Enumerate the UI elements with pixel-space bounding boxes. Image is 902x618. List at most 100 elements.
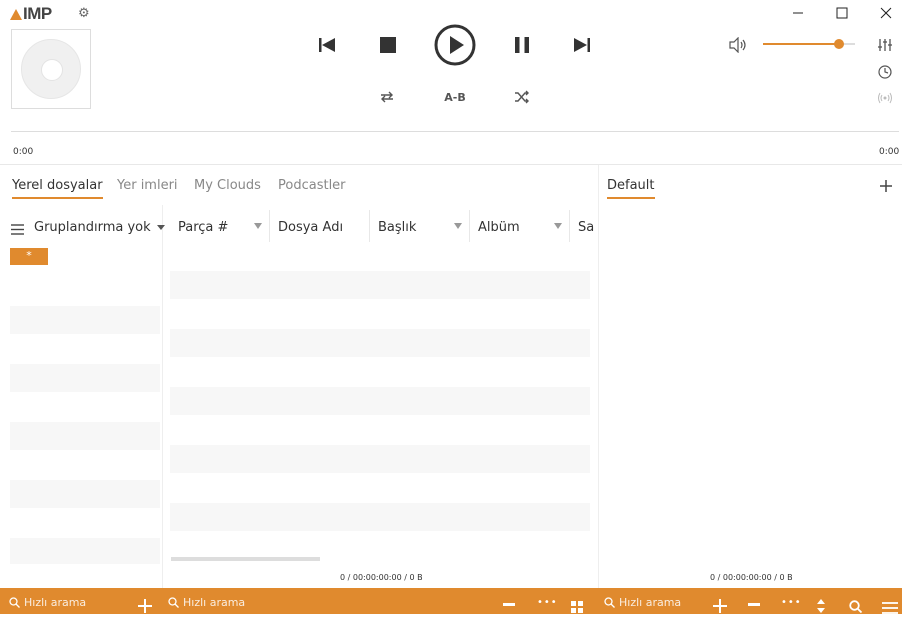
album-cover	[11, 29, 91, 109]
clock-icon	[878, 65, 892, 79]
filter-icon[interactable]	[554, 223, 562, 229]
volume-fill	[763, 43, 840, 45]
volume-knob[interactable]	[834, 39, 845, 49]
column-separator	[269, 210, 270, 242]
footer-bar	[0, 588, 902, 614]
plus-icon	[713, 599, 727, 613]
column-duration[interactable]: Sa	[578, 219, 594, 235]
ab-repeat-button[interactable]: A-B	[440, 88, 470, 106]
pause-icon	[515, 37, 529, 53]
remove-button[interactable]	[503, 603, 515, 606]
divider	[0, 164, 902, 165]
search-placeholder: Hızlı arama	[183, 596, 246, 609]
column-separator	[569, 210, 570, 242]
grid-icon	[571, 601, 583, 613]
list-item	[10, 306, 160, 334]
gear-icon[interactable]: ⚙	[78, 7, 92, 21]
close-icon	[880, 7, 892, 19]
filter-all-item[interactable]: *	[10, 248, 48, 265]
column-track-number[interactable]: Parça #	[178, 219, 228, 235]
quick-search-groups[interactable]: Hızlı arama	[9, 596, 86, 609]
column-separator	[469, 210, 470, 242]
filter-icon[interactable]	[454, 223, 462, 229]
previous-button[interactable]	[315, 33, 339, 57]
search-icon	[168, 597, 179, 608]
list-item	[10, 364, 160, 392]
equalizer-button[interactable]	[875, 36, 895, 54]
column-separator	[369, 210, 370, 242]
logo-triangle-icon	[10, 8, 22, 20]
more-icon[interactable]: •••	[537, 598, 557, 608]
library-status: 0 / 00:00:00:00 / 0 B	[340, 573, 423, 582]
hamburger-icon	[882, 602, 898, 614]
stop-button[interactable]	[376, 33, 400, 57]
search-icon	[9, 597, 20, 608]
play-button[interactable]	[433, 23, 477, 67]
list-item	[10, 422, 160, 450]
skip-forward-icon	[574, 38, 590, 52]
broadcast-icon	[878, 92, 892, 104]
add-files-button[interactable]	[713, 598, 727, 613]
more-icon[interactable]: •••	[781, 598, 801, 608]
tab-bookmarks[interactable]: Yer imleri	[117, 178, 178, 197]
search-placeholder: Hızlı arama	[619, 596, 682, 609]
filter-icon[interactable]	[254, 223, 262, 229]
tab-my-clouds[interactable]: My Clouds	[194, 178, 261, 197]
close-button[interactable]	[864, 0, 902, 26]
minimize-icon	[793, 12, 803, 14]
volume-button[interactable]	[727, 35, 749, 55]
shuffle-button[interactable]	[512, 87, 532, 107]
maximize-icon	[836, 7, 848, 19]
table-row	[170, 503, 590, 531]
tab-local-files[interactable]: Yerel dosyalar	[12, 178, 103, 199]
maximize-button[interactable]	[820, 0, 864, 26]
stop-icon	[380, 37, 396, 53]
volume-slider[interactable]	[763, 39, 855, 49]
sort-button[interactable]	[816, 598, 828, 613]
add-playlist-button[interactable]	[879, 178, 895, 194]
grouping-dropdown[interactable]: Gruplandırma yok	[34, 219, 165, 235]
list-item	[10, 538, 160, 564]
column-album[interactable]: Albüm	[478, 219, 520, 235]
repeat-icon	[381, 91, 393, 103]
horizontal-scrollbar[interactable]	[171, 557, 320, 561]
column-title[interactable]: Başlık	[378, 219, 416, 235]
seek-bar[interactable]	[11, 131, 899, 132]
grid-view-button[interactable]	[571, 598, 585, 613]
equalizer-icon	[878, 39, 892, 51]
pane-separator	[598, 165, 599, 588]
minimize-button[interactable]	[776, 0, 820, 26]
logo-text: IMP	[23, 4, 52, 23]
sort-icon	[817, 599, 825, 613]
list-item	[10, 480, 160, 508]
menu-button[interactable]	[882, 599, 898, 614]
add-button[interactable]	[138, 598, 152, 613]
table-row	[170, 387, 590, 415]
time-total: 0:00	[879, 147, 900, 157]
grouping-label: Gruplandırma yok	[34, 219, 151, 235]
shuffle-icon	[515, 90, 529, 104]
column-file-name[interactable]: Dosya Adı	[278, 219, 343, 235]
repeat-button[interactable]	[377, 87, 397, 107]
table-row	[170, 445, 590, 473]
search-icon	[849, 600, 863, 614]
remove-files-button[interactable]	[748, 603, 760, 606]
next-button[interactable]	[570, 33, 594, 57]
skip-back-icon	[319, 38, 335, 52]
tab-playlist-default[interactable]: Default	[607, 178, 655, 199]
play-icon	[434, 24, 476, 66]
table-row	[170, 271, 590, 299]
menu-icon[interactable]	[11, 220, 25, 235]
radio-button[interactable]	[875, 89, 895, 107]
time-elapsed: 0:00	[13, 147, 34, 157]
tab-podcasts[interactable]: Podcastler	[278, 178, 346, 197]
quick-search-library[interactable]: Hızlı arama	[168, 596, 245, 609]
plus-icon	[138, 599, 152, 613]
quick-search-playlist[interactable]: Hızlı arama	[604, 596, 681, 609]
search-playlist-button[interactable]	[849, 598, 863, 614]
scheduler-button[interactable]	[875, 63, 895, 81]
pause-button[interactable]	[510, 33, 534, 57]
search-placeholder: Hızlı arama	[24, 596, 87, 609]
pane-separator	[162, 205, 163, 588]
app-logo[interactable]: IMP	[10, 4, 52, 24]
